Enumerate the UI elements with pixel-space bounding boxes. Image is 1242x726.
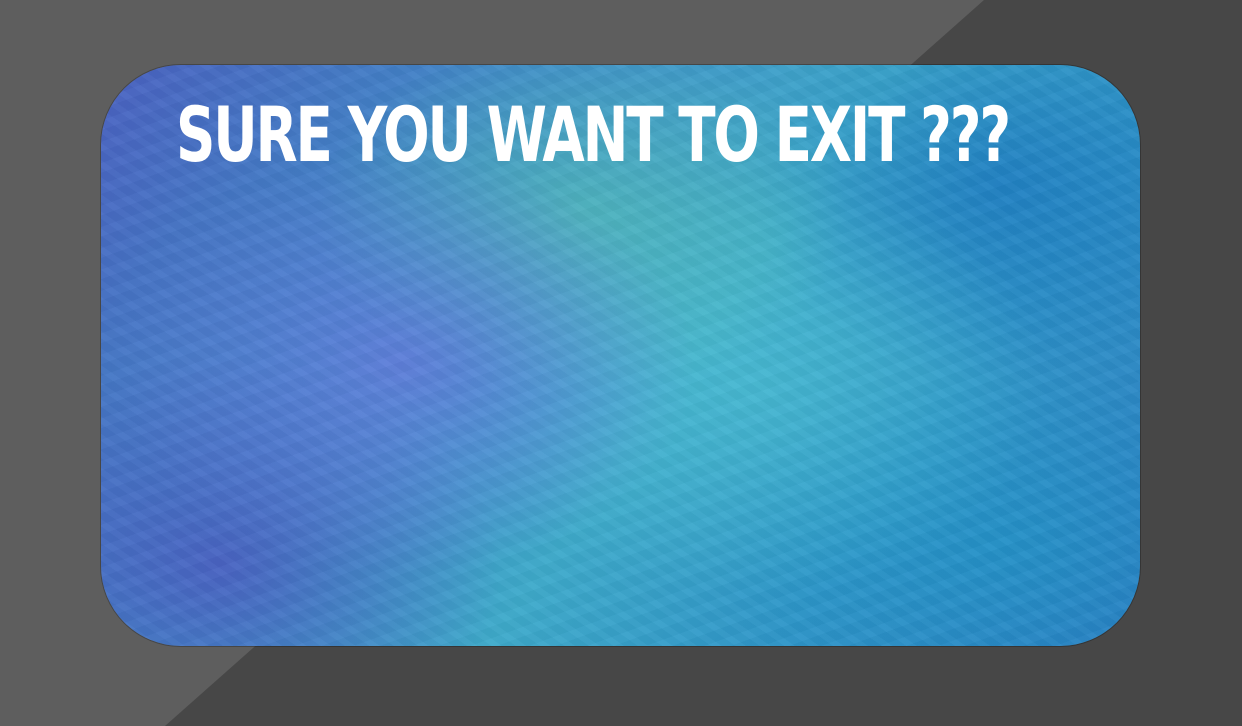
exit-confirm-dialog: SURE YOU WANT TO EXIT ??? <box>101 65 1140 646</box>
dialog-title: SURE YOU WANT TO EXIT ??? <box>176 90 1011 179</box>
